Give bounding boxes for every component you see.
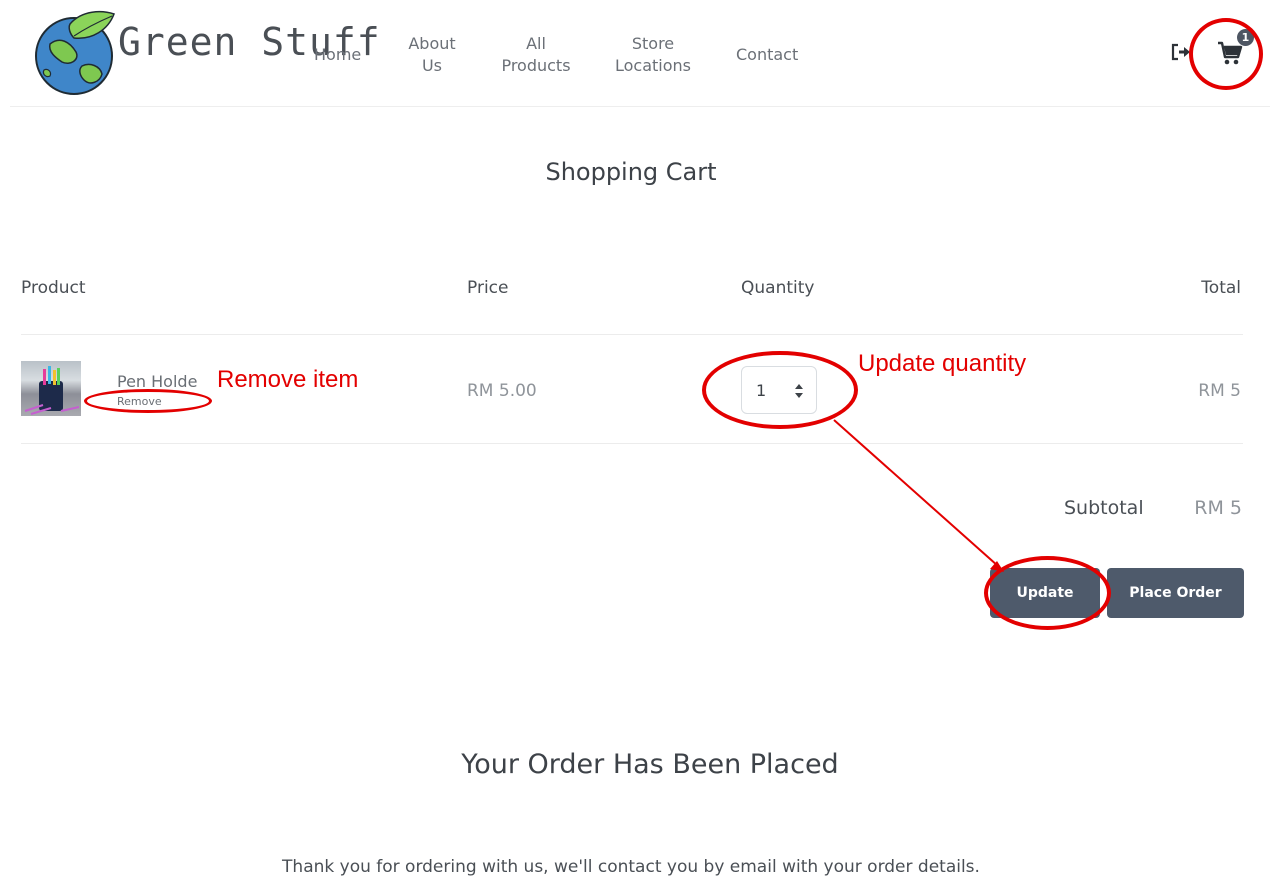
table-divider (21, 334, 1243, 335)
column-header-product: Product (21, 278, 86, 298)
logout-icon[interactable] (1171, 43, 1191, 61)
table-divider (21, 443, 1243, 444)
subtotal-label: Subtotal (1064, 497, 1144, 519)
annotation-update-circle (984, 556, 1111, 630)
nav-store-locations[interactable]: Store Locations (613, 33, 693, 77)
pen-holder-image (24, 366, 80, 415)
product-thumbnail[interactable] (21, 361, 81, 416)
annotation-remove-item-label: Remove item (217, 366, 359, 393)
globe-leaf-icon (35, 10, 115, 95)
subtotal-value: RM 5 (1194, 497, 1242, 519)
site-header: Green Stuff Home About Us All Products S… (10, 0, 1270, 107)
column-header-total: Total (1201, 278, 1241, 298)
shopping-cart-title: Shopping Cart (545, 158, 717, 186)
nav-home[interactable]: Home (314, 44, 361, 66)
place-order-button[interactable]: Place Order (1107, 568, 1244, 618)
annotation-arrow (833, 419, 1004, 572)
annotation-cart-circle (1189, 18, 1263, 90)
order-confirmation-message: Thank you for ordering with us, we'll co… (282, 857, 980, 877)
nav-about-us[interactable]: About Us (406, 33, 458, 77)
column-header-quantity: Quantity (741, 278, 815, 298)
annotation-quantity-circle (702, 351, 858, 429)
order-placed-title: Your Order Has Been Placed (461, 749, 839, 780)
nav-contact[interactable]: Contact (736, 44, 798, 66)
column-header-price: Price (467, 278, 509, 298)
page: Green Stuff Home About Us All Products S… (0, 0, 1270, 879)
nav-all-products[interactable]: All Products (500, 33, 572, 77)
annotation-remove-circle (84, 389, 212, 413)
line-total: RM 5 (1198, 381, 1241, 401)
product-price: RM 5.00 (467, 381, 537, 401)
annotation-update-quantity-label: Update quantity (858, 350, 1027, 377)
brand-logo[interactable]: Green Stuff (30, 6, 380, 98)
